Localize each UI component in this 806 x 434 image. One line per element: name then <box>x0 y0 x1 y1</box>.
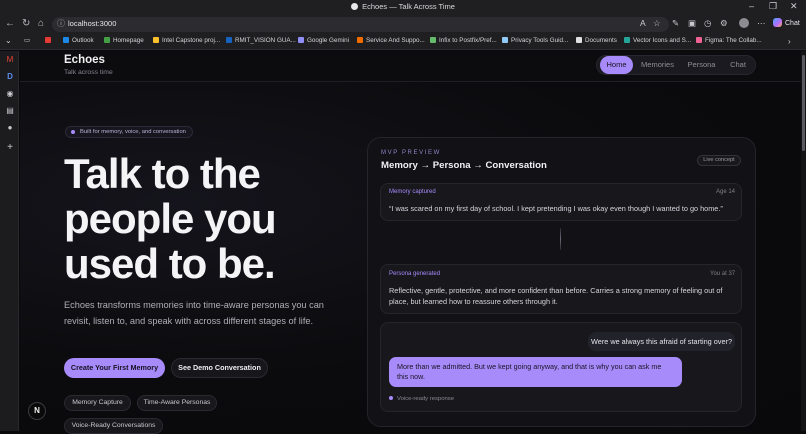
support-icon <box>357 37 363 43</box>
bookmark-label: Documents <box>585 37 617 44</box>
bookmark-label: Service And Suppo... <box>366 37 425 44</box>
bookmark-support[interactable]: Service And Suppo... <box>357 37 425 44</box>
bookmark-figma[interactable]: Figma: The Collab... <box>696 37 762 44</box>
bookmark-documents[interactable]: Documents <box>576 37 617 44</box>
cloud-icon <box>226 37 232 43</box>
feature-chip-voice: Voice-Ready Conversations <box>64 418 163 434</box>
read-aloud-icon[interactable]: A <box>640 18 646 28</box>
bookmark-label: Google Gemini <box>307 37 349 44</box>
user-message-bubble: Were we always this afraid of starting o… <box>588 332 735 351</box>
status-badge: Live concept <box>697 155 741 166</box>
hero-description: Echoes transforms memories into time-awa… <box>64 300 324 326</box>
gemini-icon <box>298 37 304 43</box>
vector-icon <box>624 37 630 43</box>
bookmark-youtube[interactable] <box>45 37 54 44</box>
bookmark-infix[interactable]: Infix to Postfix/Pref... <box>430 37 497 44</box>
bookmark-label: Vector Icons and S... <box>633 37 692 44</box>
persona-reply-bubble: More than we admitted. But we kept going… <box>389 357 682 387</box>
profile-avatar[interactable] <box>739 18 749 28</box>
bookmark-rmit[interactable]: RMIT_VISION GUA... <box>226 37 296 44</box>
collections-icon[interactable]: ▭ <box>24 37 30 44</box>
voice-note-text: Voice-ready response <box>397 396 454 402</box>
history-icon[interactable]: ◷ <box>704 18 711 29</box>
youtube-icon <box>45 37 51 43</box>
memory-age: Age 14 <box>716 189 736 195</box>
infix-icon <box>430 37 436 43</box>
brand-name[interactable]: Echoes <box>64 54 105 66</box>
create-memory-button[interactable]: Create Your First Memory <box>64 358 165 378</box>
bookmark-label: Figma: The Collab... <box>705 37 762 44</box>
homepage-icon <box>104 37 110 43</box>
bookmark-label: Homepage <box>113 37 144 44</box>
outlook-icon <box>63 37 69 43</box>
more-menu-icon[interactable]: ⋯ <box>757 18 766 29</box>
nav-chat[interactable]: Chat <box>724 56 752 74</box>
chevron-right-icon[interactable]: › <box>788 37 791 46</box>
bookmark-outlook[interactable]: Outlook <box>63 37 94 44</box>
nav-persona[interactable]: Persona <box>683 56 720 74</box>
memory-label: Memory captured <box>389 189 436 195</box>
add-app-icon[interactable]: + <box>5 142 15 153</box>
url-text[interactable]: localhost:3000 <box>68 19 116 28</box>
persona-age: You at 37 <box>710 271 736 277</box>
github-icon[interactable]: ◉ <box>5 89 15 98</box>
persona-text: Reflective, gentle, protective, and more… <box>389 286 723 306</box>
notes-icon[interactable]: ▣ <box>688 18 696 29</box>
copilot-icon <box>773 18 782 27</box>
persona-label: Persona generated <box>389 271 441 277</box>
figma-icon <box>696 37 702 43</box>
bookmark-label: Outlook <box>72 37 94 44</box>
site-info-icon[interactable]: ⓘ <box>57 18 65 29</box>
memory-text: “I was scared on my first day of school.… <box>389 204 723 213</box>
hero-badge: Built for memory, voice, and conversatio… <box>65 126 193 138</box>
bookmark-homepage[interactable]: Homepage <box>104 37 144 44</box>
nav-home[interactable]: Home <box>600 56 633 74</box>
voice-ready-note: Voice-ready response <box>389 396 454 402</box>
gmail-icon[interactable]: M <box>5 55 15 64</box>
demo-conversation-button[interactable]: See Demo Conversation <box>171 358 268 378</box>
copilot-label: Chat <box>785 20 800 27</box>
brand-tagline: Talk across time <box>64 69 113 76</box>
bookmark-privacy[interactable]: Privacy Tools Guid... <box>502 37 568 44</box>
minimize-button[interactable]: – <box>749 1 754 11</box>
app-logo-icon <box>351 3 359 10</box>
intel-icon <box>153 37 159 43</box>
address-bar[interactable] <box>52 17 669 32</box>
feature-chip-memory-capture: Memory Capture <box>64 395 131 411</box>
d-app-icon[interactable]: D <box>5 72 15 81</box>
preview-eyebrow: MVP PREVIEW <box>381 150 441 156</box>
voice-dot-icon <box>389 396 393 400</box>
extensions-icon[interactable]: ⚙ <box>720 18 728 29</box>
favorite-icon[interactable]: ☆ <box>653 18 661 29</box>
tab-actions-icon[interactable]: ⌄ <box>5 36 12 45</box>
bookmark-label: Privacy Tools Guid... <box>511 37 569 44</box>
bookmark-label: Intel Capstone proj... <box>162 37 221 44</box>
maximize-button[interactable]: ❐ <box>769 1 777 12</box>
window-title-text: Echoes — Talk Across Time <box>362 2 455 11</box>
copilot-chat-button[interactable]: Chat <box>773 18 800 27</box>
back-icon[interactable]: ← <box>5 18 15 29</box>
shield-icon <box>502 37 508 43</box>
documents-icon <box>576 37 582 43</box>
flow-connector <box>560 228 561 250</box>
close-button[interactable]: ✕ <box>790 1 798 12</box>
scrollbar-thumb[interactable] <box>802 55 805 151</box>
hero-headline: Talk to the people you used to be. <box>64 150 277 287</box>
bookmark-intel[interactable]: Intel Capstone proj... <box>153 37 220 44</box>
notes-app-icon[interactable]: ▤ <box>5 106 15 115</box>
home-icon[interactable]: ⌂ <box>38 18 44 29</box>
bookmark-gemini[interactable]: Google Gemini <box>298 37 349 44</box>
preview-title: Memory → Persona → Conversation <box>381 160 547 171</box>
nextjs-dev-badge[interactable]: N <box>28 402 46 420</box>
extension-icon[interactable]: ✎ <box>672 18 679 29</box>
bookmark-label: Infix to Postfix/Pref... <box>439 37 497 44</box>
feature-chip-personas: Time-Aware Personas <box>137 395 217 411</box>
bookmark-label: RMIT_VISION GUA... <box>235 37 296 44</box>
bookmark-vector-icons[interactable]: Vector Icons and S... <box>624 37 691 44</box>
active-app-icon[interactable]: ● <box>5 123 15 132</box>
window-title: Echoes — Talk Across Time <box>0 2 806 11</box>
reload-icon[interactable]: ↻ <box>22 18 30 29</box>
nav-memories[interactable]: Memories <box>637 56 678 74</box>
